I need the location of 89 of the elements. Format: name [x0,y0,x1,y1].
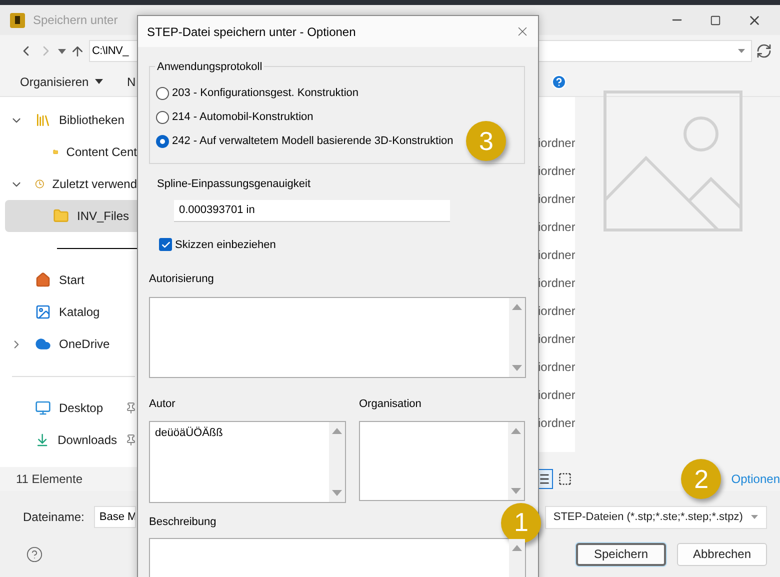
refresh-icon[interactable] [756,43,772,59]
file-row[interactable]: iordner [538,297,575,325]
radio-button[interactable] [156,110,169,124]
scroll-down-icon[interactable] [512,364,522,370]
app-logo-icon [10,12,25,28]
checkbox[interactable] [159,238,172,252]
file-row[interactable]: iordner [538,185,575,213]
new-folder-button[interactable]: N [127,72,136,90]
scroll-up-icon[interactable] [512,304,522,310]
step-badge: 3 [466,121,506,161]
nav-label: Bibliotheken [59,112,124,129]
radio-button[interactable] [156,86,169,100]
scrollbar[interactable] [509,298,525,376]
file-row[interactable]: iordner [538,381,575,409]
pin-icon [125,402,137,414]
field-label: Beschreibung [149,515,216,530]
step-badge: 2 [681,459,722,499]
nav-item[interactable]: Bibliotheken [5,104,137,136]
nav-label: Start [59,272,84,289]
nav-item[interactable]: Start [5,264,137,296]
scrollbar[interactable] [508,422,524,500]
maximize-icon[interactable] [710,14,721,26]
checkbox-label: Skizzen einbeziehen [175,238,276,252]
scroll-down-icon[interactable] [332,490,342,496]
nav-label: Content Cent [66,144,137,161]
image-placeholder-icon [602,90,742,232]
scroll-up-icon[interactable] [512,545,522,551]
file-row[interactable]: iordner [538,409,575,437]
window-title: Speichern unter [33,12,118,29]
field-label: Autor [149,396,176,412]
help-icon[interactable] [26,546,43,562]
nav-label: OneDrive [59,336,110,353]
file-row[interactable]: iordner [538,325,575,353]
spline-label: Spline-Einpassungsgenauigkeit [157,177,312,192]
file-type-dropdown[interactable]: STEP-Dateien (*.stp;*.ste;*.step;*.stpz) [545,506,768,528]
item-count: 11 Elemente [16,471,84,488]
library-icon [35,112,51,128]
desktop-icon [35,400,51,416]
scroll-down-icon[interactable] [511,488,521,494]
nav-label: Zuletzt verwend [52,176,137,193]
field-label: Organisation [359,396,422,412]
folder-icon [53,208,69,224]
file-row[interactable]: iordner [538,213,575,241]
radio-label: 214 - Automobil-Konstruktion [172,110,314,125]
download-icon [35,432,50,448]
dialog-button[interactable]: Speichern [576,542,666,566]
caret-icon [94,79,103,84]
file-row[interactable]: iordner [538,129,575,157]
text-area[interactable] [359,421,525,501]
radio-label: 203 - Konfigurationsgest. Konstruktion [172,86,359,101]
spline-field[interactable]: 0.000393701 in [174,200,450,222]
pin-icon [125,434,137,446]
image-icon [35,304,51,320]
preview-view-icon [558,472,572,486]
nav-label: Downloads [58,432,117,449]
text-area[interactable] [149,296,526,378]
scroll-up-icon[interactable] [511,428,521,434]
dropdown-caret-icon [751,515,758,519]
radio-label: 242 - Auf verwaltetem Modell basierende 3D-Konstruktion [172,134,454,149]
nav-item[interactable]: OneDrive [5,328,137,360]
step-badge: 1 [501,502,542,542]
nav-label: Katalog [59,304,100,321]
nav-item[interactable]: Zuletzt verwend [5,168,137,200]
field-label: Autorisierung [149,272,215,287]
nav-item[interactable]: Desktop [5,392,137,424]
organize-button[interactable]: Organisieren [20,72,103,90]
file-row[interactable]: iordner [538,157,575,185]
nav-label: INV_Files [77,208,130,225]
dialog-title: STEP-Datei speichern unter - Optionen [147,24,356,40]
radio-button[interactable] [156,134,169,148]
file-row[interactable]: iordner [538,269,575,297]
group-legend: Anwendungsprotokoll [155,59,264,76]
nav-label: Desktop [59,400,104,417]
file-row[interactable]: iordner [538,241,575,269]
up-icon[interactable] [70,44,85,58]
history-caret-icon[interactable] [58,48,66,54]
cloud-icon [35,336,51,352]
scroll-up-icon[interactable] [332,428,342,434]
nav-item[interactable]: Katalog [5,296,137,328]
nav-item[interactable]: Content Cent [5,136,137,168]
dialog-button[interactable]: Abbrechen [677,542,767,566]
filename-label: Dateiname: [23,509,84,526]
text-area[interactable]: deüöäÜÖÄßß [149,421,346,503]
dropdown-caret-icon[interactable] [738,49,745,53]
file-row[interactable]: iordner [538,353,575,381]
home-icon [35,272,51,288]
scrollbar[interactable] [329,422,345,502]
nav-item[interactable]: INV_Files [5,200,137,232]
nav-item[interactable]: Downloads [5,424,137,456]
